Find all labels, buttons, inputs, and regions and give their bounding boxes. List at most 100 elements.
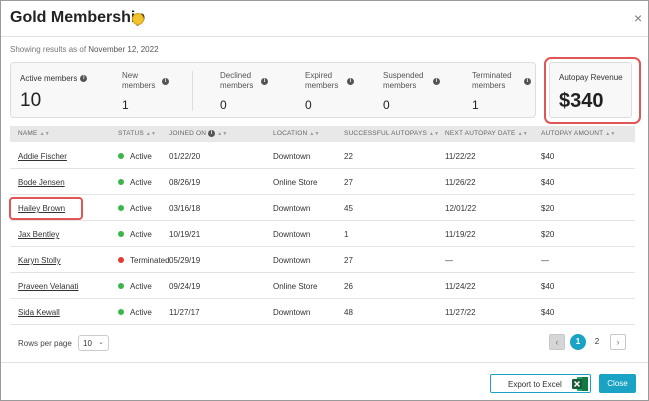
column-header-joined[interactable]: JOINED ON i ▲▼ <box>169 130 228 137</box>
table-row: Bode Jensen Active 08/26/19 Online Store 27 1… <box>10 169 635 195</box>
stat-new-value: 1 <box>122 98 129 112</box>
info-icon[interactable]: i <box>524 78 531 85</box>
member-location: Downtown <box>273 152 311 161</box>
close-icon[interactable]: × <box>634 10 642 26</box>
member-status: Active <box>118 204 152 213</box>
table-row: Addie Fischer Active 01/22/20 Downtown 22 11/… <box>10 143 635 169</box>
status-dot-icon <box>118 153 124 159</box>
member-next-autopay: 11/27/22 <box>445 308 476 317</box>
member-next-autopay: 12/01/22 <box>445 204 477 213</box>
status-dot-icon <box>118 205 124 211</box>
stat-active-members: Active members i 10 <box>20 74 88 111</box>
stat-declined-label-1: Declined <box>220 71 252 80</box>
member-status: Active <box>118 230 152 239</box>
member-joined-date: 03/16/18 <box>169 204 201 213</box>
stat-active-value: 10 <box>20 90 42 111</box>
sort-icon: ▲▼ <box>605 131 616 137</box>
export-to-excel-button[interactable]: Export to Excel <box>490 374 591 393</box>
stat-new-members: New members i 1 <box>122 71 169 112</box>
status-dot-icon <box>118 179 124 185</box>
member-name-link[interactable]: Sida Kewall <box>18 308 60 317</box>
column-header-amount[interactable]: AUTOPAY AMOUNT ▲▼ <box>541 130 616 137</box>
info-icon[interactable]: i <box>208 130 216 137</box>
info-icon[interactable]: i <box>347 78 354 85</box>
member-autopay-amount: — <box>541 256 549 265</box>
member-joined-date: 10/19/21 <box>169 230 201 239</box>
member-autopay-amount: $40 <box>541 282 555 291</box>
highlight-box-name <box>9 197 83 220</box>
results-date: Showing results as of November 12, 2022 <box>10 45 159 54</box>
status-dot-icon <box>118 309 124 315</box>
member-location: Downtown <box>273 308 311 317</box>
column-header-location[interactable]: LOCATION ▲▼ <box>273 130 320 137</box>
rows-per-page-select[interactable]: 10 ⌄ <box>78 335 109 351</box>
gold-coin-icon <box>132 13 144 25</box>
member-name-link[interactable]: Karyn Stolly <box>18 256 61 265</box>
member-joined-date: 05/29/19 <box>169 256 201 265</box>
member-autopays: 48 <box>344 308 353 317</box>
member-status: Terminated <box>118 256 170 265</box>
member-joined-date: 09/24/19 <box>169 282 201 291</box>
table-row: Sida Kewall Active 11/27/17 Downtown 48 11/27… <box>10 299 635 325</box>
sort-icon: ▲▼ <box>517 131 528 137</box>
stat-terminated-label-2: members <box>472 81 506 90</box>
stat-expired-value: 0 <box>305 98 312 112</box>
column-header-status[interactable]: STATUS ▲▼ <box>118 130 156 137</box>
member-location: Downtown <box>273 230 311 239</box>
info-icon[interactable]: i <box>433 78 440 85</box>
member-name-link[interactable]: Bode Jensen <box>18 178 65 187</box>
status-text: Active <box>130 152 152 161</box>
close-button[interactable]: Close <box>599 374 636 393</box>
stat-active-label: Active members <box>20 74 78 83</box>
prev-page-button[interactable]: ‹ <box>549 334 565 350</box>
status-text: Active <box>130 308 152 317</box>
member-location: Online Store <box>273 282 318 291</box>
column-header-name[interactable]: NAME ▲▼ <box>18 130 50 137</box>
membership-dialog: Gold Membership × Showing results as of … <box>0 0 649 401</box>
member-autopays: 27 <box>344 178 353 187</box>
table-row: Jax Bentley Active 10/19/21 Downtown 1 11/19/… <box>10 221 635 247</box>
sort-icon: ▲▼ <box>309 131 320 137</box>
info-icon[interactable]: i <box>162 78 169 85</box>
member-status: Active <box>118 308 152 317</box>
member-status: Active <box>118 178 152 187</box>
member-name-link[interactable]: Jax Bentley <box>18 230 59 239</box>
next-page-button[interactable]: › <box>610 334 626 350</box>
status-dot-icon <box>118 257 124 263</box>
stat-suspended-label-2: members <box>383 81 417 90</box>
status-text: Active <box>130 178 152 187</box>
table-row: Karyn Stolly Terminated 05/29/19 Downtown 27… <box>10 247 635 273</box>
member-next-autopay: 11/26/22 <box>445 178 476 187</box>
member-name-link[interactable]: Praveen Velanati <box>18 282 79 291</box>
status-text: Active <box>130 282 152 291</box>
column-header-next-date[interactable]: NEXT AUTOPAY DATE ▲▼ <box>445 130 528 137</box>
member-next-autopay: 11/24/22 <box>445 282 476 291</box>
info-icon[interactable]: i <box>80 75 88 83</box>
member-autopay-amount: $40 <box>541 308 555 317</box>
stat-declined-members: Declined members i 0 <box>220 71 268 112</box>
member-next-autopay: — <box>445 256 453 265</box>
member-location: Downtown <box>273 204 311 213</box>
table-row: Praveen Velanati Active 09/24/19 Online Sto… <box>10 273 635 299</box>
member-location: Online Store <box>273 178 318 187</box>
member-autopays: 22 <box>344 152 353 161</box>
table-row: Hailey Brown Active 03/16/18 Downtown 45 12/0… <box>10 195 635 221</box>
page-button-2[interactable]: 2 <box>591 334 603 350</box>
sort-icon: ▲▼ <box>39 131 50 137</box>
member-status: Active <box>118 282 152 291</box>
sort-icon: ▲▼ <box>429 131 440 137</box>
member-name-link[interactable]: Addie Fischer <box>18 152 67 161</box>
results-date-value: November 12, 2022 <box>88 45 159 54</box>
rows-per-page-label: Rows per page <box>18 339 72 348</box>
stat-suspended-members: Suspended members i 0 <box>383 71 440 112</box>
member-status: Active <box>118 152 152 161</box>
info-icon[interactable]: i <box>261 78 268 85</box>
stat-declined-value: 0 <box>220 98 227 112</box>
page-button-1[interactable]: 1 <box>570 334 586 350</box>
member-autopays: 45 <box>344 204 353 213</box>
stat-declined-label-2: members <box>220 81 254 90</box>
member-joined-date: 08/26/19 <box>169 178 201 187</box>
column-header-autopays[interactable]: SUCCESSFUL AUTOPAYS ▲▼ <box>344 130 439 137</box>
stat-new-label-1: New <box>122 71 139 80</box>
dialog-title: Gold Membership <box>10 9 146 26</box>
